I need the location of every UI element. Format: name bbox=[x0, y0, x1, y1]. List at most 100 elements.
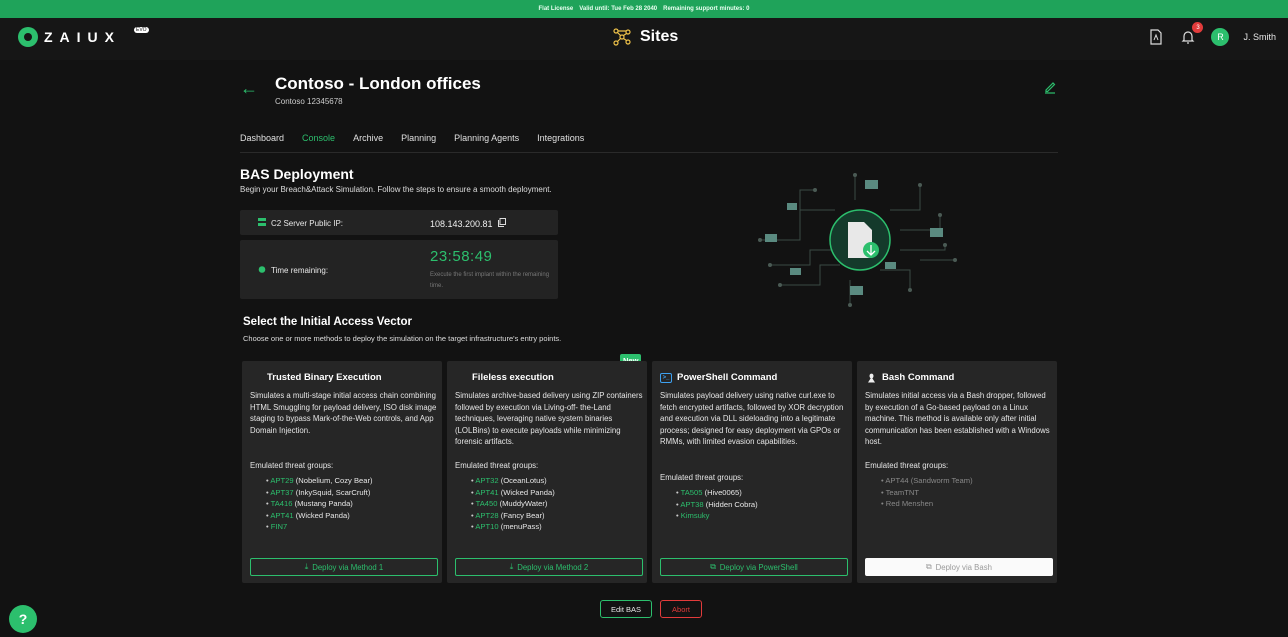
threat-group-alias: (menuPass) bbox=[500, 522, 542, 532]
copy-icon[interactable] bbox=[498, 218, 507, 229]
threat-group-alias: (Sandworm Team) bbox=[910, 476, 973, 485]
threat-group-list: APT44 (Sandworm Team) TeamTNT Red Menshe… bbox=[881, 475, 973, 510]
network-illustration bbox=[758, 173, 957, 307]
card-description: Simulates initial access via a Bash drop… bbox=[865, 391, 1050, 447]
app-header: ZAIUX EVO Sites 3 R J. Smith bbox=[0, 18, 1288, 60]
threat-group-code: APT29 bbox=[270, 476, 294, 485]
threat-group-code: TA450 bbox=[475, 499, 498, 509]
card-description: Simulates a multi-stage initial access c… bbox=[250, 391, 437, 435]
download-icon: ⤓ bbox=[304, 562, 309, 571]
license-support: Remaining support minutes: 0 bbox=[663, 6, 750, 12]
copy-icon: ⧉ bbox=[926, 562, 932, 571]
threat-group-item: APT41 (Wicked Panda) bbox=[266, 510, 373, 522]
card-powershell-command[interactable]: >_ PowerShell Command Simulates payload … bbox=[652, 361, 852, 583]
threat-group-code: APT38 bbox=[680, 499, 704, 509]
avatar[interactable]: R bbox=[1211, 28, 1230, 46]
threat-group-list: APT29 (Nobelium, Cozy Bear) APT37 (InkyS… bbox=[266, 475, 373, 533]
threat-group-list: APT32 (OceanLotus) APT41 (Wicked Panda) … bbox=[471, 475, 555, 533]
vector-subtitle: Choose one or more methods to deploy the… bbox=[243, 334, 562, 343]
time-remaining-value: 23:58:49 bbox=[430, 248, 493, 265]
threat-groups-label: Emulated threat groups: bbox=[250, 461, 334, 470]
threat-group-alias: (InkySquid, ScarCruft) bbox=[295, 487, 371, 497]
threat-group-item: Red Menshen bbox=[881, 498, 973, 510]
threat-group-alias: (Hive0065) bbox=[704, 488, 742, 497]
threat-group-item: FIN7 bbox=[266, 521, 373, 533]
logo-text: ZAIUX bbox=[44, 29, 121, 45]
tab-planning[interactable]: Planning bbox=[401, 133, 436, 143]
threat-group-item: APT32 (OceanLotus) bbox=[471, 475, 555, 487]
threat-group-item: APT28 (Fancy Bear) bbox=[471, 510, 555, 522]
time-label-row: Time remaining: bbox=[258, 265, 328, 275]
app-title: Sites bbox=[640, 28, 679, 45]
threat-group-item: Kimsuky bbox=[676, 510, 758, 522]
license-bar: Flat License Valid until: Tue Feb 28 204… bbox=[0, 0, 1288, 18]
card-trusted-binary-execution[interactable]: Trusted Binary Execution Simulates a mul… bbox=[242, 361, 442, 583]
bas-title: BAS Deployment bbox=[240, 166, 354, 182]
logo[interactable]: ZAIUX EVO bbox=[18, 27, 149, 47]
pdf-report-icon[interactable] bbox=[1147, 28, 1165, 46]
threat-group-item: APT37 (InkySquid, ScarCruft) bbox=[266, 487, 373, 499]
deploy-bash-button[interactable]: ⧉ Deploy via Bash bbox=[865, 558, 1053, 576]
back-arrow-icon[interactable]: ← bbox=[240, 78, 258, 99]
threat-group-alias: (OceanLotus) bbox=[500, 476, 547, 485]
tab-dashboard[interactable]: Dashboard bbox=[240, 133, 284, 143]
abort-button[interactable]: Abort bbox=[660, 600, 702, 618]
card-title-row: >_ PowerShell Command bbox=[660, 372, 777, 383]
time-hint: Execute the first implant within the rem… bbox=[430, 272, 550, 289]
threat-group-code: APT37 bbox=[270, 487, 294, 497]
c2-server-ip-box: C2 Server Public IP: 108.143.200.81 bbox=[240, 210, 558, 235]
copy-icon: ⧉ bbox=[710, 562, 716, 571]
edit-pencil-icon[interactable] bbox=[1043, 80, 1057, 97]
tab-divider bbox=[240, 152, 1058, 153]
tab-integrations[interactable]: Integrations bbox=[537, 133, 584, 143]
card-title: Fileless execution bbox=[472, 372, 554, 383]
threat-group-code: APT28 bbox=[475, 510, 499, 520]
linux-icon bbox=[865, 373, 877, 383]
bas-subtitle: Begin your Breach&Attack Simulation. Fol… bbox=[240, 185, 552, 194]
card-title-row: Bash Command bbox=[865, 372, 954, 383]
threat-group-alias: (Nobelium, Cozy Bear) bbox=[295, 476, 373, 485]
card-fileless-execution[interactable]: Fileless execution Simulates archive-bas… bbox=[447, 361, 647, 583]
threat-group-code: TeamTNT bbox=[885, 487, 919, 497]
notifications-bell-icon[interactable]: 3 bbox=[1179, 22, 1204, 46]
ip-label-row: C2 Server Public IP: bbox=[258, 218, 343, 228]
threat-group-list: TA505 (Hive0065) APT38 (Hidden Cobra) Ki… bbox=[676, 487, 758, 522]
card-title-row: Trusted Binary Execution bbox=[250, 372, 382, 383]
tab-bar: Dashboard Console Archive Planning Plann… bbox=[240, 133, 584, 143]
threat-group-item: APT41 (Wicked Panda) bbox=[471, 487, 554, 499]
threat-groups-label: Emulated threat groups: bbox=[455, 461, 539, 470]
tab-console[interactable]: Console bbox=[302, 133, 335, 143]
threat-group-alias: (Mustang Panda) bbox=[294, 499, 353, 509]
threat-group-item: TA416 (Mustang Panda) bbox=[266, 498, 373, 510]
threat-group-item: TA450 (MuddyWater) bbox=[471, 498, 555, 510]
download-icon: ⤓ bbox=[509, 562, 514, 571]
deploy-powershell-button[interactable]: ⧉ Deploy via PowerShell bbox=[660, 558, 848, 576]
timer-icon bbox=[258, 265, 266, 275]
threat-group-item: APT38 (Hidden Cobra) bbox=[676, 499, 758, 511]
server-icon bbox=[258, 218, 266, 228]
user-name[interactable]: J. Smith bbox=[1243, 32, 1276, 42]
threat-groups-label: Emulated threat groups: bbox=[865, 461, 949, 470]
threat-group-code: APT10 bbox=[475, 522, 499, 532]
logo-badge: EVO bbox=[134, 27, 149, 33]
page-header-title: Sites bbox=[612, 27, 678, 47]
threat-group-alias: (MuddyWater) bbox=[499, 499, 548, 509]
card-bash-command[interactable]: Bash Command Simulates initial access vi… bbox=[857, 361, 1057, 583]
threat-group-code: APT41 bbox=[475, 487, 499, 497]
windows-icon bbox=[455, 373, 467, 383]
threat-group-code: FIN7 bbox=[270, 522, 288, 532]
threat-group-item: APT10 (menuPass) bbox=[471, 521, 555, 533]
deploy-method-2-button[interactable]: ⤓ Deploy via Method 2 bbox=[455, 558, 643, 576]
vector-title: Select the Initial Access Vector bbox=[243, 316, 412, 328]
edit-bas-button[interactable]: Edit BAS bbox=[600, 600, 652, 618]
tab-planning-agents[interactable]: Planning Agents bbox=[454, 133, 519, 143]
time-remaining-box: Time remaining: 23:58:49 Execute the fir… bbox=[240, 240, 558, 299]
threat-group-code: TA416 bbox=[270, 499, 293, 509]
tab-archive[interactable]: Archive bbox=[353, 133, 383, 143]
sites-network-icon bbox=[612, 27, 632, 47]
deploy-method-1-button[interactable]: ⤓ Deploy via Method 1 bbox=[250, 558, 438, 576]
card-title: Trusted Binary Execution bbox=[267, 372, 382, 383]
threat-group-alias: (Hidden Cobra) bbox=[705, 499, 758, 509]
help-button[interactable]: ? bbox=[9, 605, 37, 633]
threat-group-code: Red Menshen bbox=[885, 499, 934, 509]
